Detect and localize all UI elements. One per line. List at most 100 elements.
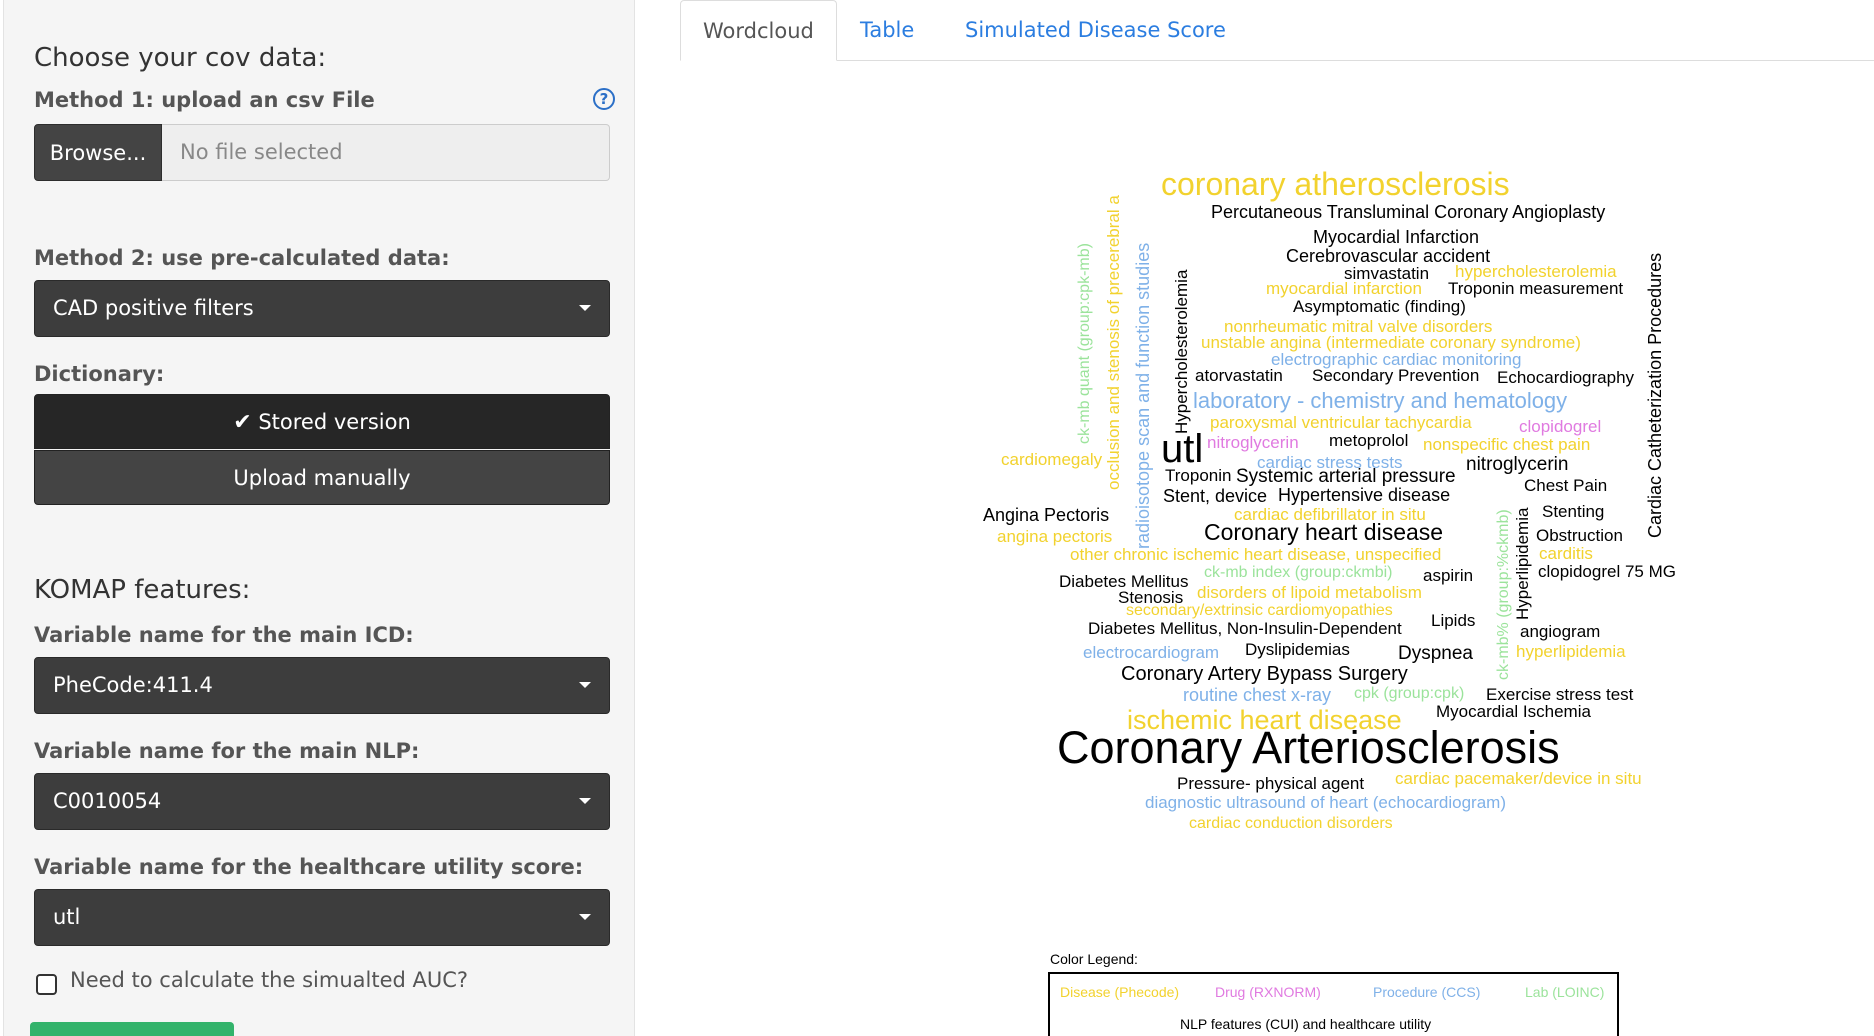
browse-button[interactable]: Browse... <box>34 124 162 181</box>
legend-nlp: NLP features (CUI) and healthcare utilit… <box>1180 1016 1432 1032</box>
method2-select[interactable]: CAD positive filters <box>34 280 610 337</box>
legend-title: Color Legend: <box>1050 951 1138 967</box>
legend-drug: Drug (RXNORM) <box>1215 984 1321 1000</box>
chevron-down-icon <box>579 305 591 311</box>
wordcloud-word: other chronic ischemic heart disease, un… <box>1070 545 1442 564</box>
dictionary-toggle: ✔ Stored version Upload manually <box>34 394 610 505</box>
tab-bar: Wordcloud Table Simulated Disease Score <box>680 0 1874 61</box>
help-icon[interactable]: ? <box>593 88 615 110</box>
wordcloud-word: Diabetes Mellitus, Non-Insulin-Dependent <box>1088 619 1402 638</box>
sidebar-panel: Choose your cov data: Method 1: upload a… <box>3 0 635 1036</box>
wordcloud-word: Pressure- physical agent <box>1177 774 1365 793</box>
wordcloud-word: cardiomegaly <box>1001 450 1103 469</box>
file-name-field[interactable]: No file selected <box>162 124 610 181</box>
chevron-down-icon <box>579 914 591 920</box>
wordcloud-word: Hypertensive disease <box>1278 485 1451 505</box>
wordcloud-word: Secondary Prevention <box>1312 366 1480 385</box>
wordcloud-word: Chest Pain <box>1524 476 1608 495</box>
method2-select-value: CAD positive filters <box>53 296 254 320</box>
wordcloud-word: unstable angina (intermediate coronary s… <box>1201 333 1581 352</box>
wordcloud-word: nitroglycerin <box>1466 454 1569 475</box>
stored-version-button[interactable]: ✔ Stored version <box>34 394 610 449</box>
main-nlp-label: Variable name for the main NLP: <box>34 739 420 763</box>
wordcloud-word: clopidogrel <box>1519 417 1602 436</box>
wordcloud-word: Dyslipidemias <box>1245 640 1350 659</box>
tab-simulated-disease-score[interactable]: Simulated Disease Score <box>965 0 1226 61</box>
wordcloud-word: Stenting <box>1542 502 1605 521</box>
wordcloud-word: occlusion and stenosis of precerebral a <box>1104 195 1123 490</box>
wordcloud-word: Troponin measurement <box>1448 279 1624 298</box>
wordcloud-word: electrocardiogram <box>1083 643 1220 662</box>
wordcloud-word: hypercholesterolemia <box>1455 262 1617 281</box>
wordcloud-word: Myocardial Ischemia <box>1436 702 1591 721</box>
wordcloud-word: ck-mb index (group:ckmbi) <box>1204 564 1393 581</box>
wordcloud-word: ck-mb% (group:%ckmb) <box>1495 509 1512 680</box>
wordcloud-word: Echocardiography <box>1497 368 1635 387</box>
wordcloud-word: Asymptomatic (finding) <box>1293 297 1466 316</box>
wordcloud-word: cardiac pacemaker/device in situ <box>1395 769 1642 788</box>
legend-disease: Disease (Phecode) <box>1060 984 1180 1000</box>
auc-checkbox[interactable] <box>36 974 57 995</box>
util-select[interactable]: utl <box>34 889 610 946</box>
tab-wordcloud[interactable]: Wordcloud <box>680 0 837 61</box>
cov-data-title: Choose your cov data: <box>34 43 327 73</box>
wordcloud-word: paroxysmal ventricular tachycardia <box>1210 413 1472 432</box>
submit-button[interactable] <box>30 1022 234 1036</box>
wordcloud-word: metoprolol <box>1329 431 1409 450</box>
main-nlp-value: C0010054 <box>53 789 162 813</box>
wordcloud-word: angiogram <box>1520 622 1601 641</box>
wordcloud-word: secondary/extrinsic cardiomyopathies <box>1126 602 1393 619</box>
method1-label: Method 1: upload an csv File <box>34 88 375 112</box>
wordcloud-word: Dyspnea <box>1398 643 1473 664</box>
color-legend: Disease (Phecode) Drug (RXNORM) Procedur… <box>1048 972 1619 1036</box>
tab-table[interactable]: Table <box>860 0 914 61</box>
wordcloud-word: myocardial infarction <box>1266 279 1422 298</box>
wordcloud-word: clopidogrel 75 MG <box>1538 562 1676 581</box>
wordcloud-word: Lipids <box>1431 611 1476 630</box>
wordcloud-word: hyperlipidemia <box>1516 642 1626 661</box>
wordcloud-word: Hyperlipidemia <box>1513 507 1532 620</box>
wordcloud-word: Exercise stress test <box>1486 685 1634 704</box>
wordcloud-word: nitroglycerin <box>1207 433 1299 452</box>
legend-lab: Lab (LOINC) <box>1525 984 1605 1000</box>
wordcloud-word: diagnostic ultrasound of heart (echocard… <box>1145 793 1506 812</box>
wordcloud-word: Systemic arterial pressure <box>1236 466 1456 487</box>
chevron-down-icon <box>579 682 591 688</box>
wordcloud-word: Cardiac Catheterization Procedures <box>1645 252 1665 538</box>
upload-manually-button[interactable]: Upload manually <box>34 450 610 505</box>
wordcloud-word: utl <box>1161 427 1204 471</box>
wordcloud-word: Coronary Arteriosclerosis <box>1057 722 1560 773</box>
main-icd-value: PheCode:411.4 <box>53 673 213 697</box>
util-label: Variable name for the healthcare utility… <box>34 855 584 879</box>
wordcloud-word: coronary atherosclerosis <box>1161 166 1510 202</box>
method2-label: Method 2: use pre-calculated data: <box>34 246 450 270</box>
wordcloud-word: Percutaneous Transluminal Coronary Angio… <box>1211 202 1606 222</box>
wordcloud-word: Angina Pectoris <box>983 505 1110 525</box>
auc-label: Need to calculate the simualted AUC? <box>70 968 469 992</box>
main-icd-label: Variable name for the main ICD: <box>34 623 414 647</box>
wordcloud-word: laboratory - chemistry and hematology <box>1193 388 1568 413</box>
legend-procedure: Procedure (CCS) <box>1373 984 1481 1000</box>
file-upload: Browse... No file selected <box>34 124 610 181</box>
wordcloud-word: cardiac conduction disorders <box>1189 815 1393 832</box>
wordcloud-word: cpk (group:cpk) <box>1354 685 1465 702</box>
stored-version-label: Stored version <box>258 410 411 434</box>
wordcloud-word: Obstruction <box>1536 526 1623 545</box>
wordcloud-word: ck-mb quant (group:cpk-mb) <box>1076 243 1093 444</box>
wordcloud-word: Coronary Artery Bypass Surgery <box>1121 663 1408 685</box>
main-nlp-select[interactable]: C0010054 <box>34 773 610 830</box>
wordcloud-word: Myocardial Infarction <box>1313 227 1480 247</box>
wordcloud-word: aspirin <box>1423 566 1474 585</box>
dictionary-label: Dictionary: <box>34 362 165 386</box>
chevron-down-icon <box>579 798 591 804</box>
wordcloud-word: disorders of lipoid metabolism <box>1197 583 1422 602</box>
wordcloud-word: nonspecific chest pain <box>1423 435 1591 454</box>
wordcloud-word: Troponin <box>1165 466 1232 485</box>
wordcloud-word: routine chest x-ray <box>1183 685 1332 705</box>
main-icd-select[interactable]: PheCode:411.4 <box>34 657 610 714</box>
wordcloud-word: Hypercholesterolemia <box>1172 269 1191 434</box>
wordcloud-word: angina pectoris <box>997 527 1113 546</box>
wordcloud-word: Coronary heart disease <box>1204 519 1444 545</box>
komap-title: KOMAP features: <box>34 575 251 605</box>
wordcloud-word: atorvastatin <box>1195 366 1283 385</box>
